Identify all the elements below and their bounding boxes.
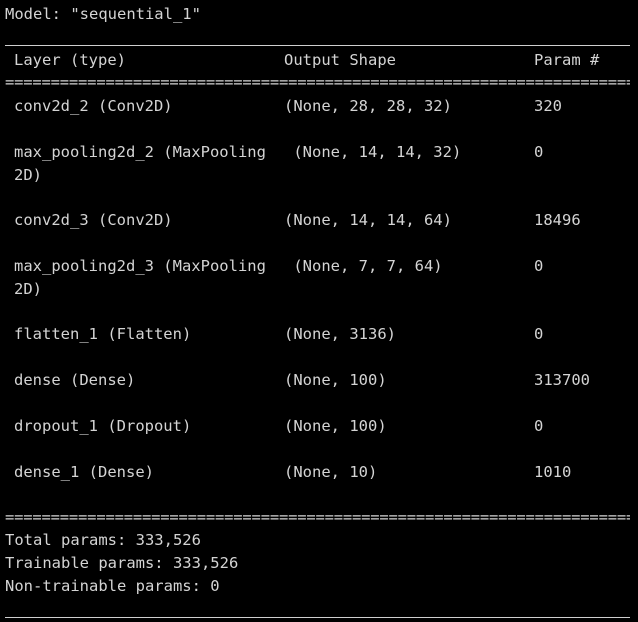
- layer-output-shape: (None, 100): [284, 371, 387, 389]
- top-rule: [5, 45, 630, 46]
- header-double-rule: ========================================…: [5, 73, 630, 91]
- layer-name: dropout_1 (Dropout): [14, 417, 192, 435]
- layer-output-shape: (None, 7, 7, 64): [284, 257, 443, 275]
- trainable-params: Trainable params: 333,526: [5, 554, 239, 572]
- header-output-shape: Output Shape: [284, 51, 396, 69]
- layer-param-count: 313700: [534, 371, 590, 389]
- table-row: dropout_1 (Dropout) (None, 100) 0: [0, 415, 638, 461]
- layer-output-shape: (None, 14, 14, 32): [284, 143, 462, 161]
- table-row: dense_1 (Dense) (None, 10) 1010: [0, 461, 638, 507]
- layer-output-shape: (None, 14, 14, 64): [284, 211, 452, 229]
- layer-param-count: 320: [534, 97, 562, 115]
- bottom-rule: [5, 617, 630, 618]
- model-summary-output: Model: "sequential_1" Layer (type) Outpu…: [0, 0, 638, 622]
- table-row: conv2d_3 (Conv2D) (None, 14, 14, 64) 184…: [0, 209, 638, 255]
- table-row: conv2d_2 (Conv2D) (None, 28, 28, 32) 320: [0, 95, 638, 141]
- layer-param-count: 0: [534, 325, 544, 343]
- layer-output-shape: (None, 100): [284, 417, 387, 435]
- layer-output-shape: (None, 3136): [284, 325, 396, 343]
- layer-name: conv2d_3 (Conv2D): [14, 211, 173, 229]
- non-trainable-params: Non-trainable params: 0: [5, 577, 220, 595]
- layer-param-count: 18496: [534, 211, 581, 229]
- layer-name: dense (Dense): [14, 371, 136, 389]
- layer-param-count: 0: [534, 143, 544, 161]
- header-layer-type: Layer (type): [14, 51, 126, 69]
- layer-output-shape: (None, 10): [284, 463, 378, 481]
- total-params: Total params: 333,526: [5, 531, 201, 549]
- layer-param-count: 0: [534, 257, 544, 275]
- layer-output-shape: (None, 28, 28, 32): [284, 97, 452, 115]
- table-row: dense (Dense) (None, 100) 313700: [0, 369, 638, 415]
- layer-name: max_pooling2d_2 (MaxPooling 2D): [14, 143, 266, 184]
- layer-name: max_pooling2d_3 (MaxPooling 2D): [14, 257, 266, 298]
- layer-param-count: 1010: [534, 463, 572, 481]
- summary-double-rule: ========================================…: [5, 508, 630, 526]
- layer-param-count: 0: [534, 417, 544, 435]
- model-name-line: Model: "sequential_1": [5, 5, 201, 23]
- table-row: max_pooling2d_3 (MaxPooling 2D) (None, 7…: [0, 255, 638, 301]
- layer-name: dense_1 (Dense): [14, 463, 154, 481]
- table-row: max_pooling2d_2 (MaxPooling 2D) (None, 1…: [0, 141, 638, 187]
- table-row: flatten_1 (Flatten) (None, 3136) 0: [0, 323, 638, 369]
- layer-name: conv2d_2 (Conv2D): [14, 97, 173, 115]
- header-param-count: Param #: [534, 51, 600, 69]
- layer-name: flatten_1 (Flatten): [14, 325, 192, 343]
